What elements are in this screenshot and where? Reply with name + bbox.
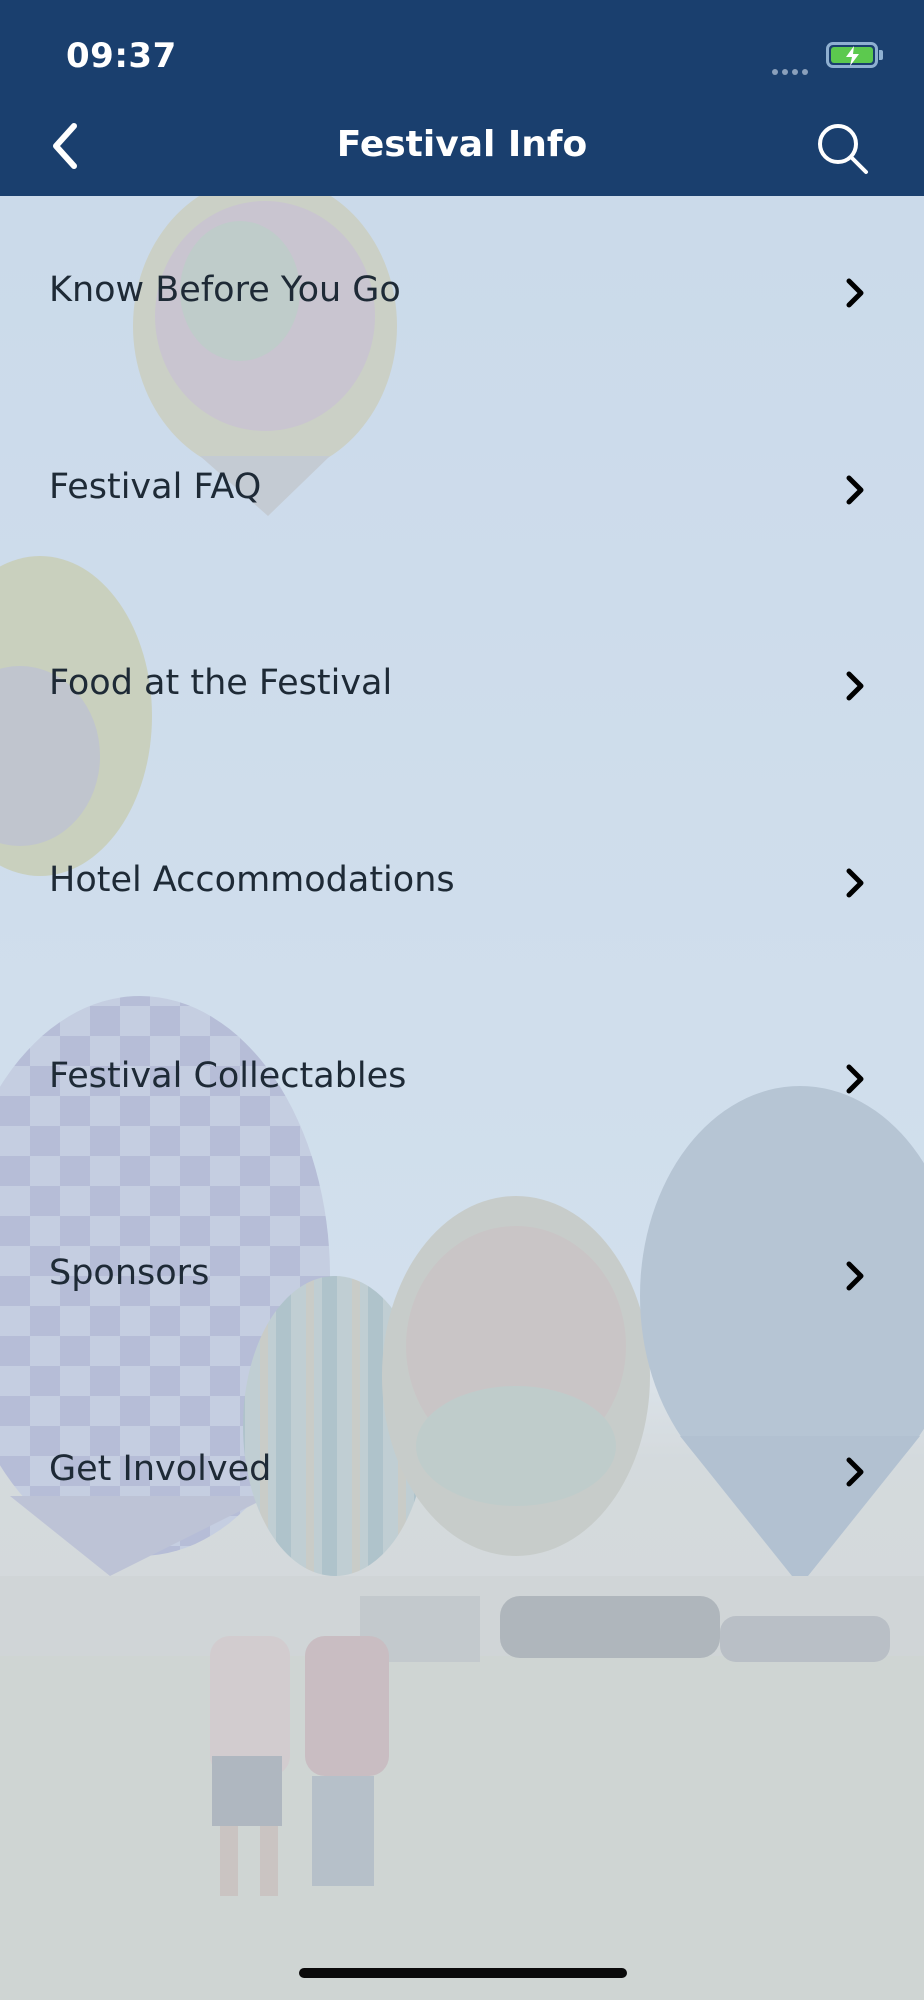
menu-item-sponsors[interactable]: Sponsors: [0, 1179, 924, 1376]
chevron-right-icon: [846, 1457, 864, 1487]
festival-info-screen: 09:37 Festival Info Know Before You Go F…: [0, 0, 924, 2000]
chevron-right-icon: [846, 868, 864, 897]
menu-item-food-at-the-festival[interactable]: Food at the Festival: [0, 589, 924, 786]
menu-item-hotel-accommodations[interactable]: Hotel Accommodations: [0, 786, 924, 983]
menu-item-label: Know Before You Go: [49, 270, 401, 310]
search-button[interactable]: [812, 118, 872, 178]
menu-item-label: Get Involved: [49, 1449, 272, 1489]
status-time: 09:37: [66, 36, 177, 76]
page-title: Festival Info: [336, 124, 588, 165]
chevron-right-icon: [846, 475, 864, 504]
menu-item-festival-faq[interactable]: Festival FAQ: [0, 393, 924, 590]
search-icon: [818, 124, 868, 174]
chevron-right-icon: [846, 671, 864, 701]
chevron-right-icon: [846, 1064, 864, 1094]
signal-icon: [772, 60, 816, 75]
menu-item-label: Sponsors: [49, 1252, 210, 1293]
navigation-header: 09:37 Festival Info: [0, 0, 924, 196]
menu-item-know-before-you-go[interactable]: Know Before You Go: [0, 196, 924, 393]
menu-item-festival-collectables[interactable]: Festival Collectables: [0, 982, 924, 1179]
menu-item-label: Festival FAQ: [49, 466, 262, 507]
battery-icon: [826, 42, 878, 68]
chevron-right-icon: [846, 278, 864, 308]
festival-info-menu: Know Before You Go Festival FAQ Food at …: [0, 196, 924, 1572]
menu-item-get-involved[interactable]: Get Involved: [0, 1375, 924, 1572]
home-indicator[interactable]: [299, 1968, 627, 1978]
menu-item-label: Food at the Festival: [49, 663, 393, 703]
chevron-right-icon: [846, 1261, 864, 1290]
menu-item-label: Festival Collectables: [49, 1056, 407, 1096]
menu-item-label: Hotel Accommodations: [49, 859, 455, 900]
battery-tip: [879, 50, 883, 60]
